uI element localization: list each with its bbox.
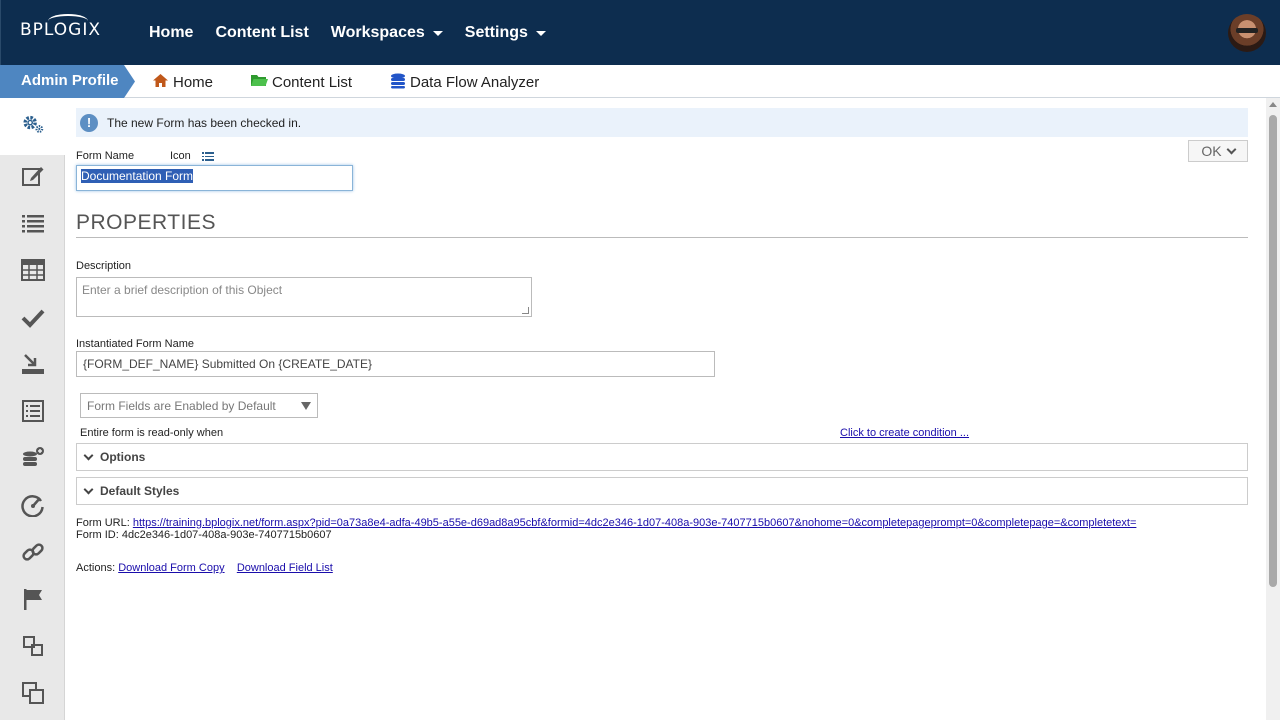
sidebar-item-form-list[interactable] [0, 390, 65, 437]
database-add-icon [21, 446, 45, 476]
edit-icon [21, 164, 45, 194]
top-navigation-bar: BPLOGIX Home Content List Workspaces Set… [0, 0, 1280, 65]
description-textarea[interactable]: Enter a brief description of this Object [76, 277, 532, 317]
form-id-value: 4dc2e346-1d07-408a-903e-7407715b0607 [121, 529, 332, 541]
sidebar-item-properties[interactable] [0, 98, 65, 155]
sidebar-item-edit[interactable] [0, 155, 65, 202]
table-icon [20, 258, 45, 288]
alert-text: The new Form has been checked in. [107, 115, 302, 130]
form-url-link[interactable]: https://training.bplogix.net/form.aspx?p… [133, 517, 1137, 529]
icon-picker-icon[interactable] [202, 152, 214, 161]
nav-home[interactable]: Home [149, 24, 193, 42]
sidebar-item-check[interactable] [0, 296, 65, 343]
chevron-down-icon [535, 30, 546, 36]
form-name-label: Form Name [76, 150, 135, 162]
description-label: Description [76, 260, 132, 272]
default-styles-section-toggle[interactable]: Default Styles [76, 477, 1248, 505]
sidebar-item-import[interactable] [0, 343, 65, 390]
dropdown-arrow-icon [301, 402, 311, 410]
chevron-down-icon [432, 30, 443, 36]
form-list-icon [21, 399, 45, 429]
sidebar-item-gauge[interactable] [0, 484, 65, 531]
instantiated-form-name-input[interactable]: {FORM_DEF_NAME} Submitted On {CREATE_DAT… [76, 351, 715, 377]
link-icon [21, 540, 45, 570]
nav-content-list[interactable]: Content List [215, 24, 308, 42]
bplogix-logo[interactable]: BPLOGIX [20, 14, 101, 40]
scroll-up-arrow-icon[interactable] [1269, 102, 1277, 107]
sidebar-item-layers[interactable] [0, 625, 65, 672]
main-nav: Home Content List Workspaces Settings [149, 24, 568, 42]
exclamation-icon: ! [80, 113, 98, 132]
gauge-icon [20, 493, 45, 523]
chevron-down-icon [83, 484, 94, 494]
avatar[interactable] [1228, 14, 1266, 52]
chevron-down-icon [83, 450, 94, 460]
download-field-list-link[interactable]: Download Field List [237, 562, 333, 574]
scroll-thumb[interactable] [1269, 115, 1277, 587]
sidebar-item-copy[interactable] [0, 672, 65, 719]
form-id-row: Form ID: 4dc2e346-1d07-408a-903e-7407715… [76, 529, 332, 541]
sidebar-item-table[interactable] [0, 249, 65, 296]
folder-icon [250, 73, 268, 91]
form-fields-select[interactable]: Form Fields are Enabled by Default [80, 393, 318, 418]
form-name-input[interactable]: Documentation Form [76, 165, 353, 191]
layers-icon [21, 634, 45, 664]
chevron-down-icon [1226, 144, 1237, 154]
check-icon [21, 305, 45, 335]
sidebar-item-flag[interactable] [0, 578, 65, 625]
section-divider [76, 237, 1248, 238]
nav-workspaces[interactable]: Workspaces [331, 24, 443, 42]
main-content: ! The new Form has been checked in. OK F… [66, 98, 1266, 720]
form-url-row: Form URL: https://training.bplogix.net/f… [76, 517, 1137, 529]
import-icon [21, 352, 45, 382]
admin-profile-tab[interactable]: Admin Profile [0, 65, 135, 98]
flag-icon [21, 587, 45, 617]
database-icon [390, 73, 406, 92]
sidebar-item-database[interactable] [0, 437, 65, 484]
readonly-label: Entire form is read-only when [80, 427, 224, 439]
vertical-scrollbar[interactable] [1266, 98, 1280, 720]
icon-label: Icon [170, 150, 191, 162]
crumb-home[interactable]: Home [152, 73, 213, 91]
copy-icon [21, 681, 45, 711]
actions-row: Actions: Download Form Copy Download Fie… [76, 562, 333, 574]
sidebar [0, 98, 65, 720]
sidebar-item-link[interactable] [0, 531, 65, 578]
properties-heading: PROPERTIES [76, 211, 216, 234]
instantiated-form-name-label: Instantiated Form Name [76, 338, 194, 350]
gears-icon [21, 112, 45, 142]
crumb-data-flow-analyzer[interactable]: Data Flow Analyzer [390, 73, 539, 92]
create-condition-link[interactable]: Click to create condition ... [840, 427, 969, 439]
breadcrumb: Admin Profile Home Content List Data Flo… [0, 65, 1280, 98]
list-icon [21, 211, 45, 241]
nav-settings[interactable]: Settings [465, 24, 546, 42]
alert-banner: ! The new Form has been checked in. [76, 108, 1248, 137]
ok-button[interactable]: OK [1188, 140, 1248, 162]
download-form-copy-link[interactable]: Download Form Copy [118, 562, 224, 574]
options-section-toggle[interactable]: Options [76, 443, 1248, 471]
crumb-content-list[interactable]: Content List [250, 73, 352, 91]
house-icon [152, 73, 169, 91]
sidebar-item-list[interactable] [0, 202, 65, 249]
